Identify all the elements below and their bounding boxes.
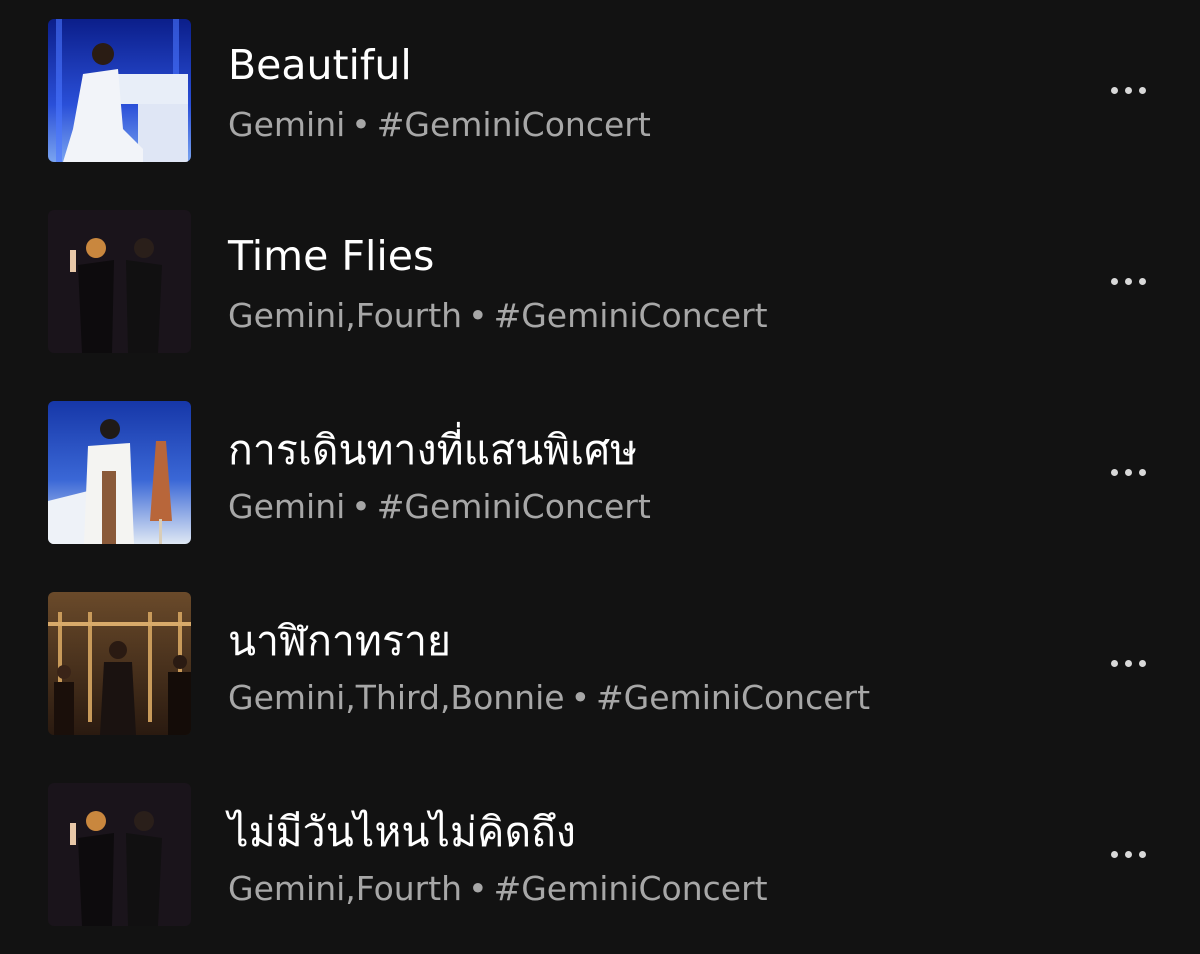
more-options-icon[interactable] xyxy=(1096,641,1160,685)
track-subtitle: Gemini,Fourth • #GeminiConcert xyxy=(228,295,768,337)
track-row-5[interactable]: ไม่มีวันไหนไม่คิดถึง Gemini,Fourth • #Gemi… xyxy=(0,764,1200,954)
track-artists: Gemini,Fourth xyxy=(228,869,463,908)
track-cover xyxy=(48,401,191,544)
track-tag: #GeminiConcert xyxy=(376,105,651,144)
track-tag: #GeminiConcert xyxy=(493,296,768,335)
album-cover-image xyxy=(48,19,191,162)
separator-dot: • xyxy=(570,678,591,717)
track-cover xyxy=(48,592,191,735)
track-cover xyxy=(48,210,191,353)
track-row-4[interactable]: นาฬิกาทราย Gemini,Third,Bonnie • #GeminiCo… xyxy=(0,573,1200,763)
separator-dot: • xyxy=(351,105,371,144)
track-title: นาฬิกาทราย xyxy=(228,617,452,665)
track-subtitle: Gemini,Fourth • #GeminiConcert xyxy=(228,868,768,910)
track-subtitle: Gemini,Third,Bonnie • #GeminiConcert xyxy=(228,677,870,719)
more-options-icon[interactable] xyxy=(1096,832,1160,876)
track-artists: Gemini xyxy=(228,105,346,144)
more-options-icon[interactable] xyxy=(1096,68,1160,112)
album-cover-image xyxy=(48,401,191,544)
album-cover-image xyxy=(48,210,191,353)
track-subtitle: Gemini • #GeminiConcert xyxy=(228,486,651,528)
track-subtitle: Gemini • #GeminiConcert xyxy=(228,104,651,146)
album-cover-image xyxy=(48,783,191,926)
track-row-time-flies[interactable]: Time Flies Gemini,Fourth • #GeminiConcert xyxy=(0,191,1200,381)
track-artists: Gemini xyxy=(228,487,346,526)
separator-dot: • xyxy=(468,296,488,335)
track-tag: #GeminiConcert xyxy=(493,869,768,908)
track-tag: #GeminiConcert xyxy=(376,487,651,526)
track-cover xyxy=(48,19,191,162)
track-list: Beautiful Gemini • #GeminiConcert Time Fli… xyxy=(0,0,1200,948)
track-row-3[interactable]: การเดินทางที่แสนพิเศษ Gemini • #GeminiConc… xyxy=(0,382,1200,572)
album-cover-image xyxy=(48,592,191,735)
track-row-beautiful[interactable]: Beautiful Gemini • #GeminiConcert xyxy=(0,0,1200,190)
track-artists: Gemini,Third,Bonnie xyxy=(228,678,565,717)
more-options-icon[interactable] xyxy=(1096,259,1160,303)
track-title: ไม่มีวันไหนไม่คิดถึง xyxy=(228,808,576,856)
track-cover xyxy=(48,783,191,926)
track-title: Time Flies xyxy=(228,232,435,280)
track-artists: Gemini,Fourth xyxy=(228,296,463,335)
separator-dot: • xyxy=(351,487,371,526)
track-title: การเดินทางที่แสนพิเศษ xyxy=(228,426,638,474)
separator-dot: • xyxy=(468,869,488,908)
track-title: Beautiful xyxy=(228,41,412,89)
track-tag: #GeminiConcert xyxy=(596,678,871,717)
more-options-icon[interactable] xyxy=(1096,450,1160,494)
